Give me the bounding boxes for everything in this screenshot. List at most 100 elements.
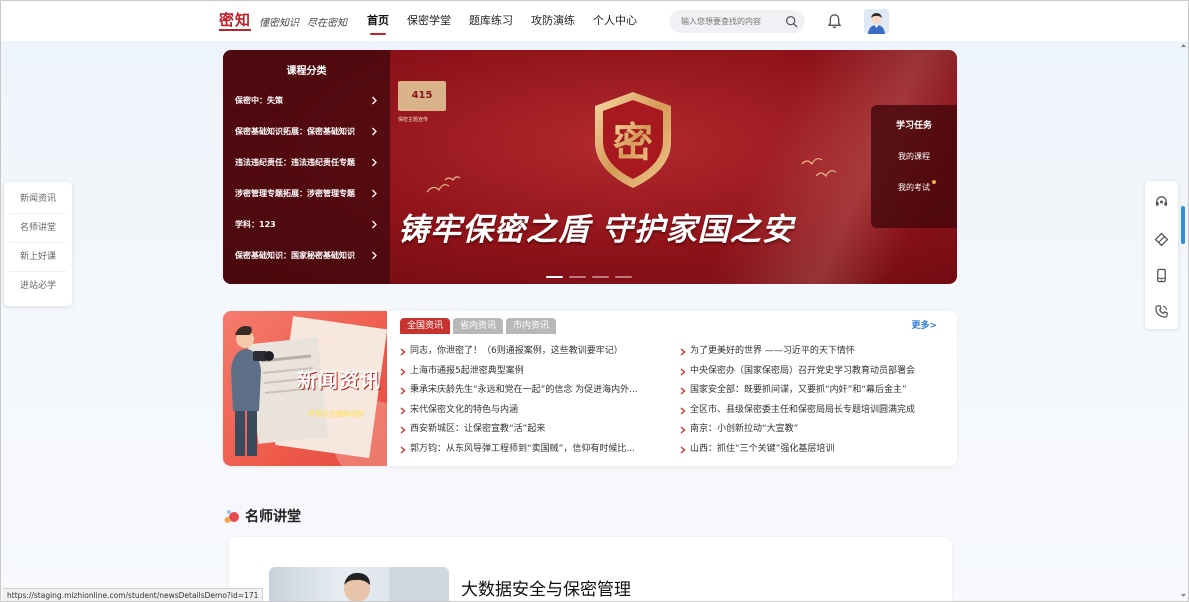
logo-slogan: 懂密知识 bbox=[259, 17, 300, 29]
news-item-title: 郭万钧：从东风导弹工程师到“卖国贼”，信仰有时候比... bbox=[410, 443, 635, 454]
learning-task-panel: 学习任务 我的课程 我的考试 bbox=[871, 105, 957, 228]
chevron-right-icon bbox=[372, 96, 377, 105]
news-item[interactable]: 为了更美好的世界 ——习近平的天下情怀 bbox=[680, 342, 950, 362]
category-label: 违法违纪责任：违法违纪责任专题 bbox=[235, 158, 355, 167]
chevron-right-icon bbox=[372, 127, 377, 136]
section-title-text: 名师讲堂 bbox=[245, 509, 301, 525]
carousel-dot[interactable] bbox=[546, 276, 563, 278]
category-label: 保密基础知识拓展：保密基础知识 bbox=[235, 127, 355, 136]
nav-question-bank[interactable]: 题库练习 bbox=[469, 1, 513, 41]
nav-personal-center[interactable]: 个人中心 bbox=[593, 1, 637, 41]
call-icon[interactable] bbox=[1154, 304, 1169, 319]
category-item[interactable]: 学科：123 bbox=[223, 209, 390, 240]
quick-nav-news[interactable]: 新闻资讯 bbox=[10, 185, 66, 214]
quick-nav-new-courses[interactable]: 新上好课 bbox=[10, 243, 66, 272]
news-item-title: 南京：小创新拉动“大宣教” bbox=[690, 424, 799, 435]
news-item[interactable]: 全区市、县级保密委主任和保密局局长专题培训圆满完成 bbox=[680, 401, 950, 421]
chevron-right-icon bbox=[680, 348, 686, 356]
nav-attack-defense[interactable]: 攻防演练 bbox=[531, 1, 575, 41]
avatar-image bbox=[864, 9, 889, 34]
category-item[interactable]: 保密中：失策 bbox=[223, 85, 390, 116]
left-quick-nav: 新闻资讯 名师讲堂 新上好课 进站必学 bbox=[4, 182, 72, 306]
chevron-right-icon bbox=[372, 189, 377, 198]
scrollbar-thumb[interactable] bbox=[1181, 206, 1185, 244]
task-title: 学习任务 bbox=[895, 121, 932, 131]
chevron-right-icon bbox=[400, 387, 406, 395]
scroll-down-icon[interactable] bbox=[1181, 593, 1186, 598]
logo-slogan-2: 尽在密知 bbox=[307, 17, 348, 29]
chevron-right-icon bbox=[400, 426, 406, 434]
teacher-photo bbox=[344, 567, 449, 601]
category-label: 学科：123 bbox=[235, 220, 276, 229]
category-label: 保密中：失策 bbox=[235, 96, 283, 105]
course-title[interactable]: 大数据安全与保密管理 bbox=[461, 575, 631, 600]
chevron-right-icon bbox=[680, 368, 686, 376]
tab-national-news[interactable]: 全国资讯 bbox=[400, 318, 451, 334]
course-card[interactable]: 大数据安全与保密管理 bbox=[229, 537, 952, 601]
news-item[interactable]: 上海市通报5起泄密典型案例 bbox=[400, 362, 670, 382]
carousel-dot[interactable] bbox=[592, 276, 609, 278]
news-illustration-tag: NEWS bbox=[318, 336, 344, 344]
news-section: NEWS 新闻资讯 时刻关注最新动态 全国资讯 省内资讯 市内资讯 更多> 同志… bbox=[223, 311, 957, 466]
notification-dot bbox=[932, 180, 936, 184]
news-item[interactable]: 国家安全部：既要抓间谍，又要抓“内奸”和“幕后金主” bbox=[680, 381, 950, 401]
search-input[interactable] bbox=[669, 10, 779, 33]
headset-icon[interactable] bbox=[1154, 194, 1169, 209]
bubbles-icon bbox=[224, 510, 239, 523]
news-more-link[interactable]: 更多> bbox=[911, 318, 937, 331]
nav-classroom[interactable]: 保密学堂 bbox=[407, 1, 451, 41]
chevron-right-icon bbox=[400, 446, 406, 454]
bell-icon[interactable] bbox=[827, 13, 842, 29]
banner-slogan: 铸牢保密之盾 守护家国之安 bbox=[398, 212, 794, 248]
search-icon[interactable] bbox=[785, 15, 798, 28]
carousel-dot[interactable] bbox=[569, 276, 586, 278]
news-item[interactable]: 郭万钧：从东风导弹工程师到“卖国贼”，信仰有时候比... bbox=[400, 440, 670, 460]
chevron-right-icon bbox=[680, 446, 686, 454]
news-item-title: 西安新城区：让保密宣教“活”起来 bbox=[410, 424, 546, 435]
chevron-right-icon bbox=[680, 426, 686, 434]
status-bar-url: https://staging.mizhionline.com/student/… bbox=[3, 588, 264, 601]
news-item-title: 国家安全部：既要抓间谍，又要抓“内奸”和“幕后金主” bbox=[690, 385, 907, 396]
quick-nav-must-learn[interactable]: 进站必学 bbox=[10, 272, 66, 301]
category-item[interactable]: 涉密管理专题拓展：涉密管理专题 bbox=[223, 178, 390, 209]
quick-nav-teachers[interactable]: 名师讲堂 bbox=[10, 214, 66, 243]
news-item[interactable]: 中央保密办（国家保密局）召开党史学习教育动员部署会 bbox=[680, 362, 950, 382]
scroll-up-icon[interactable] bbox=[1181, 43, 1186, 48]
nav-home[interactable]: 首页 bbox=[367, 1, 389, 41]
news-item-title: 上海市通报5起泄密典型案例 bbox=[410, 365, 524, 376]
chevron-right-icon bbox=[400, 407, 406, 415]
my-exams-label: 我的考试 bbox=[898, 183, 930, 192]
chevron-right-icon bbox=[372, 158, 377, 167]
news-item-title: 秉承宋庆龄先生“永远和党在一起”的信念 为促进海内外... bbox=[410, 385, 638, 396]
news-item-title: 全区市、县级保密委主任和保密局局长专题培训圆满完成 bbox=[690, 404, 916, 415]
banner-badge: 415 bbox=[398, 81, 446, 111]
carousel-dots bbox=[546, 276, 638, 278]
avatar[interactable] bbox=[864, 9, 889, 34]
course-thumbnail[interactable] bbox=[269, 567, 449, 601]
tab-city-news[interactable]: 市内资讯 bbox=[506, 318, 557, 334]
my-exams-link[interactable]: 我的考试 bbox=[898, 180, 936, 193]
carousel-dot[interactable] bbox=[615, 276, 632, 278]
news-item[interactable]: 宋代保密文化的特色与内涵 bbox=[400, 401, 670, 421]
news-item[interactable]: 秉承宋庆龄先生“永远和党在一起”的信念 为促进海内外... bbox=[400, 381, 670, 401]
news-item-title: 宋代保密文化的特色与内涵 bbox=[410, 404, 519, 415]
category-item[interactable]: 违法违纪责任：违法违纪责任专题 bbox=[223, 147, 390, 178]
category-item[interactable]: 保密基础知识拓展：保密基础知识 bbox=[223, 116, 390, 147]
diamond-icon[interactable] bbox=[1154, 232, 1169, 247]
tab-provincial-news[interactable]: 省内资讯 bbox=[453, 318, 504, 334]
news-item[interactable]: 南京：小创新拉动“大宣教” bbox=[680, 420, 950, 440]
news-item[interactable]: 同志，你泄密了！（6则通报案例，这些教训要牢记） bbox=[400, 342, 670, 362]
news-list-left: 同志，你泄密了！（6则通报案例，这些教训要牢记） 上海市通报5起泄密典型案例 秉… bbox=[400, 342, 670, 460]
news-item[interactable]: 山西：抓住“三个关键”强化基层培训 bbox=[680, 440, 950, 460]
my-courses-link[interactable]: 我的课程 bbox=[898, 151, 930, 162]
news-item[interactable]: 西安新城区：让保密宣教“活”起来 bbox=[400, 420, 670, 440]
teachers-section-title: 名师讲堂 bbox=[223, 506, 301, 526]
scrollbar[interactable] bbox=[1179, 41, 1187, 601]
site-logo[interactable]: 密知 懂密知识 尽在密知 bbox=[219, 9, 347, 33]
hero-banner[interactable]: 415 保密主题宣传 密 铸牢保密之盾 守护家国之安 课程分类 保密中：失策 保… bbox=[223, 50, 957, 284]
category-title: 课程分类 bbox=[286, 66, 327, 77]
category-item[interactable]: 保密基础知识：国家秘密基础知识 bbox=[223, 240, 390, 271]
main-nav: 首页 保密学堂 题库练习 攻防演练 个人中心 bbox=[367, 1, 655, 41]
news-illustration[interactable]: NEWS 新闻资讯 时刻关注最新动态 bbox=[223, 311, 387, 466]
phone-device-icon[interactable] bbox=[1154, 268, 1169, 283]
